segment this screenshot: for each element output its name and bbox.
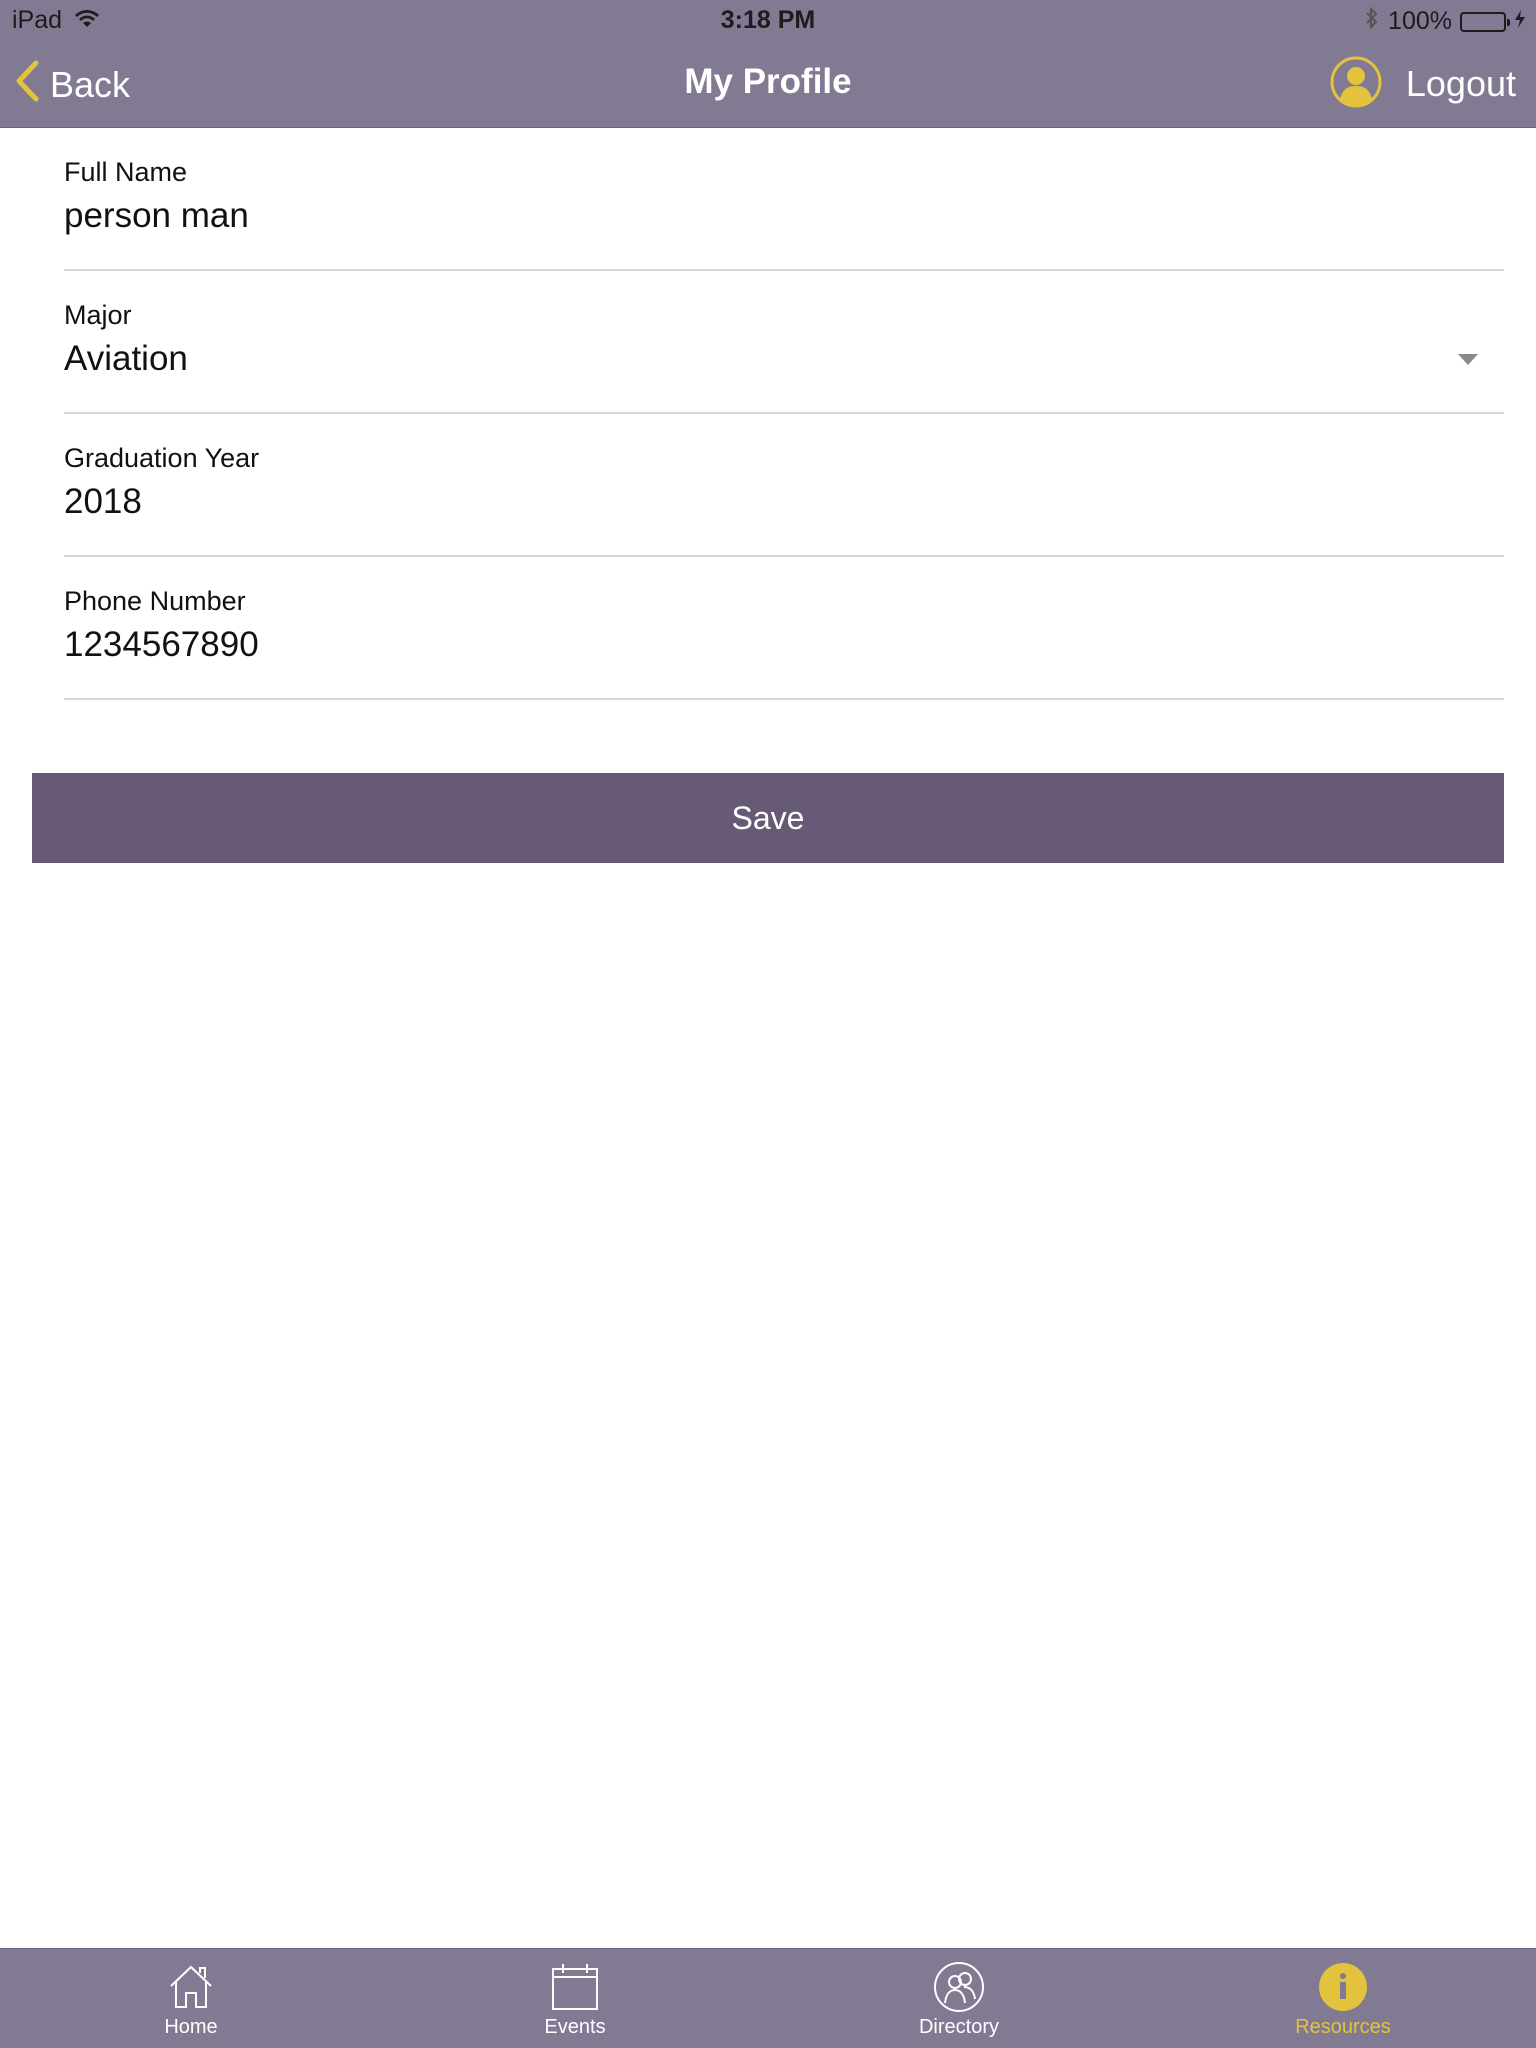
logout-button[interactable]: Logout [1406, 63, 1516, 105]
graduation-year-label: Graduation Year [64, 443, 260, 473]
graduation-year-input[interactable] [64, 482, 1424, 522]
tab-home[interactable]: Home [91, 1949, 291, 2048]
tab-directory[interactable]: Directory [859, 1949, 1059, 2048]
full-name-input[interactable] [64, 196, 1424, 236]
page-title: My Profile [684, 62, 852, 101]
save-button[interactable]: Save [32, 773, 1504, 863]
tab-events-label: Events [544, 2016, 606, 2038]
battery-icon [1460, 11, 1510, 32]
dropdown-arrow-icon[interactable] [1458, 354, 1478, 365]
tab-directory-label: Directory [918, 2016, 999, 2038]
major-label: Major [64, 300, 132, 330]
battery-percent: 100% [1388, 7, 1452, 35]
profile-avatar-icon[interactable] [1330, 56, 1382, 113]
status-right: 100% [1364, 6, 1526, 37]
major-select[interactable]: Aviation [64, 339, 1424, 379]
phone-number-input[interactable] [64, 625, 1424, 665]
tab-resources[interactable]: Resources [1243, 1949, 1443, 2048]
tab-bar: Home Events Directory Resources [0, 1948, 1536, 2048]
house-icon [165, 1961, 217, 2013]
major-field: Major Aviation [64, 271, 1504, 414]
status-time: 3:18 PM [720, 6, 816, 34]
nav-bar: Back My Profile Logout [0, 42, 1536, 128]
people-icon [933, 1961, 985, 2013]
phone-number-field: Phone Number [64, 557, 1504, 700]
status-bar: iPad 3:18 PM 100% [0, 0, 1536, 42]
phone-number-label: Phone Number [64, 586, 246, 616]
profile-form: Full Name Major Aviation Graduation Year… [64, 128, 1504, 700]
graduation-year-field: Graduation Year [64, 414, 1504, 557]
calendar-icon [549, 1961, 601, 2013]
top-bar: iPad 3:18 PM 100% Back My Profile Logout [0, 0, 1536, 128]
full-name-label: Full Name [64, 157, 188, 187]
app-root: iPad 3:18 PM 100% Back My Profile Logout… [0, 0, 1536, 2048]
full-name-field: Full Name [64, 128, 1504, 271]
tab-resources-label: Resources [1295, 2016, 1391, 2038]
info-icon [1317, 1961, 1369, 2013]
nav-right: Logout [1330, 56, 1516, 112]
tab-home-label: Home [164, 2016, 218, 2038]
tab-events[interactable]: Events [475, 1949, 675, 2048]
charging-icon [1514, 7, 1526, 36]
bluetooth-icon [1364, 6, 1380, 37]
